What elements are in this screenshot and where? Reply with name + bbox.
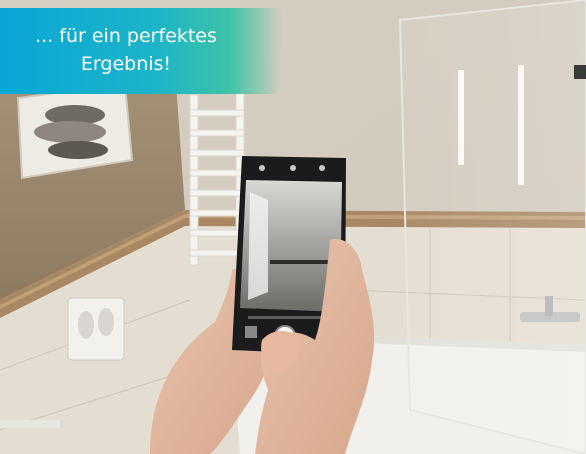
caption-text: ... für ein perfektes Ergebnis! bbox=[35, 25, 217, 75]
live-icon bbox=[290, 165, 296, 171]
thumbnail-icon bbox=[245, 326, 257, 338]
bottom-rail bbox=[0, 420, 60, 428]
caption-banner: ... für ein perfektes Ergebnis! bbox=[0, 8, 282, 94]
flash-icon bbox=[259, 165, 265, 171]
bathroom-photo: ... für ein perfektes Ergebnis! bbox=[0, 0, 586, 454]
flush-plate bbox=[67, 297, 125, 361]
filter-icon bbox=[319, 165, 325, 171]
glass-shower-screen bbox=[398, 0, 586, 454]
